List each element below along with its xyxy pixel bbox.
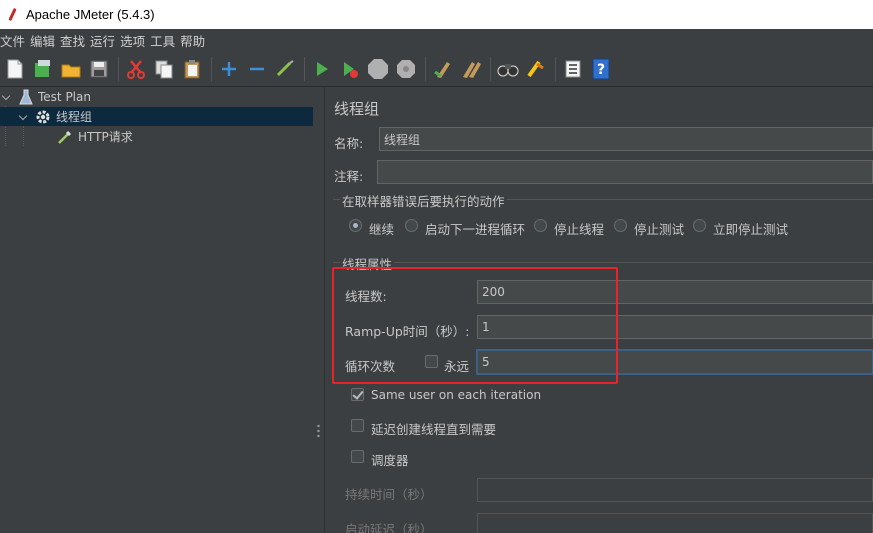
test-plan-tree: Test Plan 线程组 HTTP请求 <box>0 87 313 533</box>
radio-stop-thread-label: 停止线程 <box>554 222 605 237</box>
radio-stop-test-now[interactable] <box>693 219 706 232</box>
test-plan-icon <box>19 89 33 105</box>
radio-continue[interactable] <box>349 219 362 232</box>
same-user-label: Same user on each iteration <box>371 388 542 402</box>
menu-bar: 文件 编辑 查找 运行 选项 工具 帮助 <box>0 29 873 51</box>
shutdown-icon[interactable] <box>394 57 418 81</box>
toolbar-separator <box>490 56 491 81</box>
grip-handle-icon[interactable] <box>317 424 320 438</box>
tree-item-test-plan[interactable]: Test Plan <box>0 87 91 106</box>
toolbar-separator <box>304 56 305 81</box>
svg-text:?: ? <box>597 62 605 78</box>
radio-stop-test-now-label: 立即停止测试 <box>713 222 789 237</box>
radio-stop-thread[interactable] <box>534 219 547 232</box>
scheduler-label: 调度器 <box>371 453 409 468</box>
rampup-field-value: 1 <box>482 320 490 334</box>
paste-icon[interactable] <box>180 57 204 81</box>
clear-all-icon[interactable] <box>459 57 483 81</box>
radio-continue-label: 继续 <box>369 222 395 237</box>
start-icon[interactable] <box>310 57 334 81</box>
radio-start-next-loop[interactable] <box>405 219 418 232</box>
search-icon[interactable] <box>496 57 520 81</box>
menu-edit[interactable]: 编辑 <box>30 31 59 50</box>
thread-group-panel: 线程组 名称: 线程组 注释: 在取样器错误后要执行的动作 继续 启动下一进程循… <box>325 87 873 533</box>
delay-thread-creation-label: 延迟创建线程直到需要 <box>371 422 497 437</box>
threads-label: 线程数: <box>345 289 387 304</box>
stop-icon[interactable] <box>366 57 390 81</box>
cut-icon[interactable] <box>124 57 148 81</box>
function-helper-icon[interactable] <box>561 57 585 81</box>
delay-thread-creation-checkbox[interactable] <box>351 419 364 432</box>
startup-delay-field <box>477 513 873 533</box>
expand-icon[interactable] <box>217 57 241 81</box>
menu-search[interactable]: 查找 <box>60 31 89 50</box>
radio-stop-test[interactable] <box>614 219 627 232</box>
name-field[interactable]: 线程组 <box>379 127 873 151</box>
menu-tools[interactable]: 工具 <box>150 31 179 50</box>
forever-label: 永远 <box>444 359 470 374</box>
open-icon[interactable] <box>59 57 83 81</box>
toolbar: ? <box>0 51 873 87</box>
help-icon[interactable]: ? <box>589 57 613 81</box>
toolbar-separator <box>118 56 119 81</box>
tree-item-http-request[interactable]: HTTP请求 <box>0 127 133 146</box>
save-icon[interactable] <box>87 57 111 81</box>
toolbar-separator <box>211 56 212 81</box>
on-error-group-title: 在取样器错误后要执行的动作 <box>340 191 507 210</box>
name-label: 名称: <box>334 136 364 151</box>
jmeter-feather-icon <box>6 8 20 22</box>
clear-icon[interactable] <box>431 57 455 81</box>
radio-start-next-loop-label: 启动下一进程循环 <box>425 222 526 237</box>
toggle-icon[interactable] <box>273 57 297 81</box>
radio-stop-test-label: 停止测试 <box>634 222 685 237</box>
templates-icon[interactable] <box>31 57 55 81</box>
start-no-pause-icon[interactable] <box>338 57 362 81</box>
toolbar-separator <box>555 56 556 81</box>
menu-options[interactable]: 选项 <box>120 31 149 50</box>
menu-help[interactable]: 帮助 <box>180 31 209 50</box>
menu-file[interactable]: 文件 <box>0 31 29 50</box>
comment-field[interactable] <box>377 160 873 184</box>
duration-field <box>477 478 873 502</box>
scheduler-checkbox[interactable] <box>351 450 364 463</box>
group-border <box>333 262 873 263</box>
loop-count-label: 循环次数 <box>345 359 396 374</box>
gear-icon <box>35 109 51 125</box>
chevron-down-icon[interactable] <box>1 92 11 102</box>
rampup-field[interactable]: 1 <box>477 315 873 339</box>
tree-item-label: 线程组 <box>56 110 93 124</box>
copy-icon[interactable] <box>152 57 176 81</box>
forever-checkbox[interactable] <box>425 355 438 368</box>
tree-item-thread-group[interactable]: 线程组 <box>0 107 313 126</box>
toolbar-separator <box>425 56 426 81</box>
window-titlebar: Apache JMeter (5.4.3) <box>0 0 873 29</box>
loop-count-field[interactable]: 5 <box>477 350 873 374</box>
menu-run[interactable]: 运行 <box>90 31 119 50</box>
tree-item-label: HTTP请求 <box>78 130 133 144</box>
new-icon[interactable] <box>3 57 27 81</box>
pipette-icon <box>57 129 73 145</box>
collapse-icon[interactable] <box>245 57 269 81</box>
tree-item-label: Test Plan <box>38 89 91 104</box>
reset-search-icon[interactable] <box>524 57 548 81</box>
comment-label: 注释: <box>334 169 364 184</box>
startup-delay-label: 启动延迟（秒） <box>345 522 433 533</box>
loop-count-field-value: 5 <box>482 355 490 369</box>
split-pane-divider[interactable] <box>313 87 325 533</box>
thread-props-group-title: 线程属性 <box>340 254 395 273</box>
threads-field[interactable]: 200 <box>477 280 873 304</box>
same-user-checkbox[interactable] <box>351 388 364 401</box>
page-title: 线程组 <box>334 100 380 118</box>
duration-label: 持续时间（秒） <box>345 487 433 502</box>
threads-field-value: 200 <box>482 285 505 299</box>
rampup-label: Ramp-Up时间（秒）: <box>345 324 470 339</box>
window-title: Apache JMeter (5.4.3) <box>26 7 155 22</box>
name-field-value: 线程组 <box>384 132 421 147</box>
chevron-down-icon[interactable] <box>18 112 28 122</box>
